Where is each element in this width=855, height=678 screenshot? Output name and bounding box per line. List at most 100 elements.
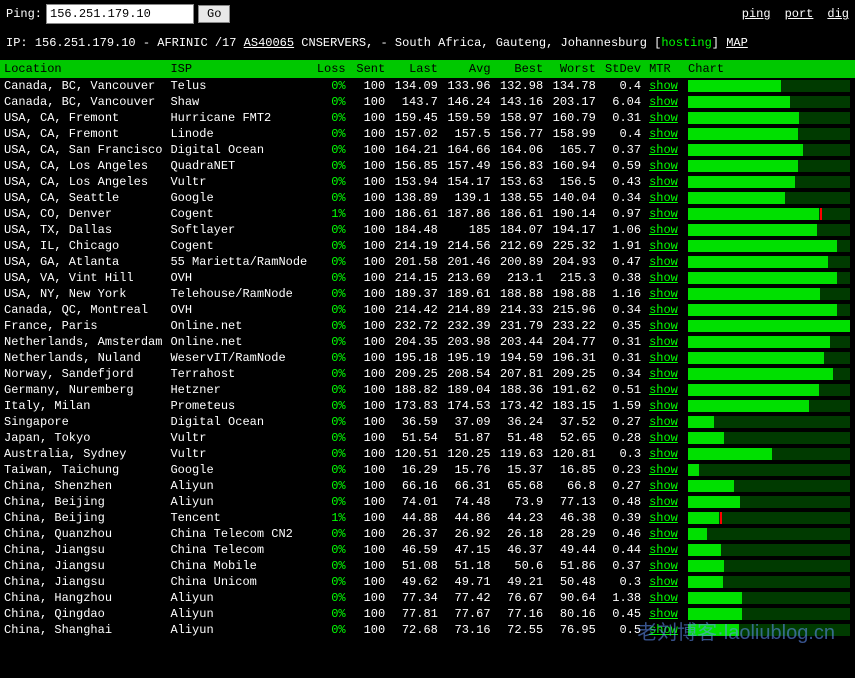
show-link[interactable]: show <box>649 191 678 205</box>
link-ping[interactable]: ping <box>742 7 771 21</box>
cell-mtr: show <box>645 430 684 446</box>
cell-avg: 189.61 <box>442 286 495 302</box>
th-chart[interactable]: Chart <box>684 60 855 78</box>
chart-bar <box>688 128 850 140</box>
table-row: China, HangzhouAliyun0%10077.3477.4276.6… <box>0 590 855 606</box>
show-link[interactable]: show <box>649 383 678 397</box>
th-mtr[interactable]: MTR <box>645 60 684 78</box>
th-avg[interactable]: Avg <box>442 60 495 78</box>
chart-bar <box>688 288 850 300</box>
cell-avg: 139.1 <box>442 190 495 206</box>
show-link[interactable]: show <box>649 623 678 637</box>
th-loss[interactable]: Loss <box>311 60 349 78</box>
cell-chart <box>684 142 855 158</box>
show-link[interactable]: show <box>649 351 678 365</box>
table-row: USA, VA, Vint HillOVH0%100214.15213.6921… <box>0 270 855 286</box>
cell-avg: 195.19 <box>442 350 495 366</box>
show-link[interactable]: show <box>649 287 678 301</box>
show-link[interactable]: show <box>649 271 678 285</box>
cell-worst: 134.78 <box>547 78 600 94</box>
th-location[interactable]: Location <box>0 60 166 78</box>
show-link[interactable]: show <box>649 415 678 429</box>
show-link[interactable]: show <box>649 159 678 173</box>
cell-mtr: show <box>645 110 684 126</box>
table-row: USA, TX, DallasSoftlayer0%100184.4818518… <box>0 222 855 238</box>
show-link[interactable]: show <box>649 239 678 253</box>
show-link[interactable]: show <box>649 527 678 541</box>
cell-best: 156.77 <box>495 126 548 142</box>
cell-mtr: show <box>645 270 684 286</box>
show-link[interactable]: show <box>649 319 678 333</box>
cell-best: 44.23 <box>495 510 548 526</box>
show-link[interactable]: show <box>649 543 678 557</box>
show-link[interactable]: show <box>649 479 678 493</box>
show-link[interactable]: show <box>649 511 678 525</box>
show-link[interactable]: show <box>649 575 678 589</box>
table-row: China, ShanghaiAliyun0%10072.6873.1672.5… <box>0 622 855 638</box>
cell-location: China, Beijing <box>0 510 166 526</box>
cell-worst: 204.77 <box>547 334 600 350</box>
th-sent[interactable]: Sent <box>350 60 390 78</box>
th-isp[interactable]: ISP <box>166 60 311 78</box>
cell-best: 186.61 <box>495 206 548 222</box>
show-link[interactable]: show <box>649 175 678 189</box>
th-stdev[interactable]: StDev <box>600 60 645 78</box>
cell-last: 77.34 <box>389 590 442 606</box>
show-link[interactable]: show <box>649 447 678 461</box>
show-link[interactable]: show <box>649 463 678 477</box>
cell-avg: 66.31 <box>442 478 495 494</box>
cell-stdev: 0.31 <box>600 110 645 126</box>
ip-input[interactable] <box>46 4 194 24</box>
show-link[interactable]: show <box>649 367 678 381</box>
chart-bar <box>688 304 850 316</box>
cell-best: 200.89 <box>495 254 548 270</box>
show-link[interactable]: show <box>649 223 678 237</box>
cell-loss: 0% <box>311 430 349 446</box>
show-link[interactable]: show <box>649 607 678 621</box>
show-link[interactable]: show <box>649 127 678 141</box>
map-link[interactable]: MAP <box>726 36 748 50</box>
cell-stdev: 1.91 <box>600 238 645 254</box>
chart-bar <box>688 352 850 364</box>
cell-loss: 0% <box>311 558 349 574</box>
cell-stdev: 0.3 <box>600 574 645 590</box>
cell-isp: China Mobile <box>166 558 311 574</box>
link-dig[interactable]: dig <box>827 7 849 21</box>
chart-bar <box>688 160 850 172</box>
chart-bar <box>688 368 850 380</box>
chart-bar <box>688 480 850 492</box>
th-best[interactable]: Best <box>495 60 548 78</box>
asn-link[interactable]: AS40065 <box>244 36 294 50</box>
show-link[interactable]: show <box>649 143 678 157</box>
th-worst[interactable]: Worst <box>547 60 600 78</box>
cell-location: Netherlands, Nuland <box>0 350 166 366</box>
info-dash: - AFRINIC /17 <box>136 36 244 50</box>
show-link[interactable]: show <box>649 431 678 445</box>
cell-loss: 0% <box>311 94 349 110</box>
link-port[interactable]: port <box>785 7 814 21</box>
chart-bar <box>688 80 850 92</box>
cell-stdev: 0.31 <box>600 334 645 350</box>
cell-chart <box>684 222 855 238</box>
cell-mtr: show <box>645 398 684 414</box>
show-link[interactable]: show <box>649 95 678 109</box>
table-row: China, QuanzhouChina Telecom CN20%10026.… <box>0 526 855 542</box>
show-link[interactable]: show <box>649 399 678 413</box>
cell-last: 189.37 <box>389 286 442 302</box>
cell-best: 184.07 <box>495 222 548 238</box>
show-link[interactable]: show <box>649 591 678 605</box>
th-last[interactable]: Last <box>389 60 442 78</box>
show-link[interactable]: show <box>649 303 678 317</box>
show-link[interactable]: show <box>649 207 678 221</box>
cell-sent: 100 <box>350 478 390 494</box>
show-link[interactable]: show <box>649 495 678 509</box>
show-link[interactable]: show <box>649 255 678 269</box>
cell-isp: Telehouse/RamNode <box>166 286 311 302</box>
cell-worst: 50.48 <box>547 574 600 590</box>
cell-sent: 100 <box>350 510 390 526</box>
show-link[interactable]: show <box>649 335 678 349</box>
show-link[interactable]: show <box>649 79 678 93</box>
show-link[interactable]: show <box>649 559 678 573</box>
go-button[interactable]: Go <box>198 5 230 23</box>
show-link[interactable]: show <box>649 111 678 125</box>
